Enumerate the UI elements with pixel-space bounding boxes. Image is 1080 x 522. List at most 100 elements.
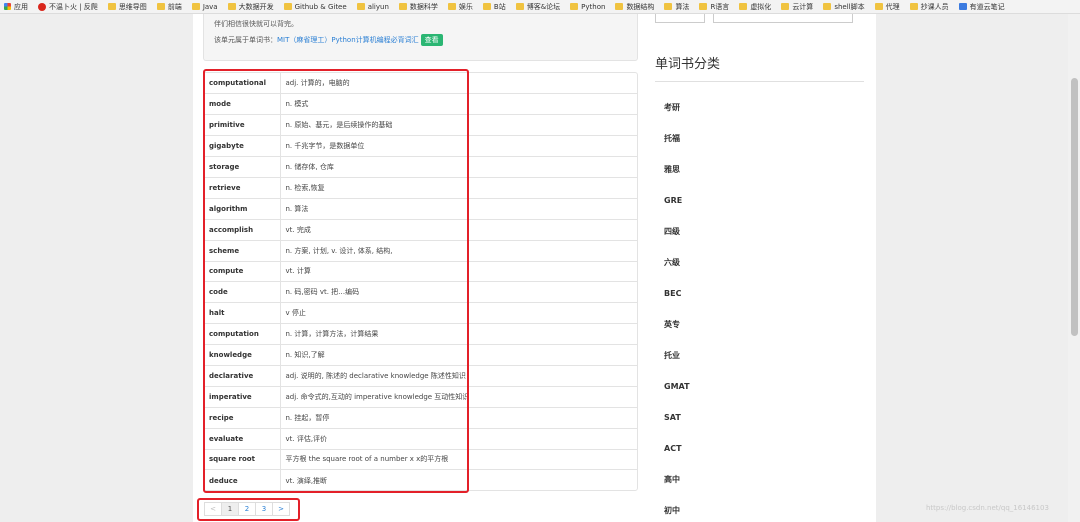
page-2-button[interactable]: 2 [238, 502, 256, 516]
category-item[interactable]: BEC [664, 278, 690, 309]
category-item[interactable]: SAT [664, 402, 690, 433]
folder-icon [398, 3, 407, 10]
next-page-button[interactable]: > [272, 502, 290, 516]
table-row: halt v 停止 [204, 302, 637, 325]
page-1-button[interactable]: 1 [221, 502, 239, 516]
book-prefix: 该单元属于单词书： [214, 36, 277, 44]
bookmark-item[interactable]: Python [570, 3, 605, 11]
bookmark-item[interactable]: aliyun [356, 3, 389, 11]
table-row: primitive n. 原始、基元，是后续操作的基础 [204, 114, 637, 137]
bookmark-item[interactable]: 有道云笔记 [958, 2, 1005, 12]
meaning-cell: n. 计算，计算方法，计算结果 [280, 323, 637, 346]
category-item[interactable]: 四级 [664, 216, 690, 247]
apps-icon [4, 3, 11, 10]
table-row: accomplish vt. 完成 [204, 219, 637, 241]
meaning-cell: n. 算法 [280, 198, 637, 220]
bookmark-item[interactable]: 大数据开发 [227, 2, 274, 12]
word-cell: halt [204, 302, 281, 325]
folder-icon [156, 3, 165, 10]
bookmark-item[interactable]: 不温卜火 | 反爬 [38, 2, 98, 12]
meaning-cell: n. 检索,恢复 [280, 177, 637, 199]
category-item[interactable]: GMAT [664, 371, 690, 402]
table-row: computational adj. 计算的，电脑的 [204, 73, 637, 95]
word-cell: primitive [204, 114, 281, 137]
category-item[interactable]: 高中 [664, 464, 690, 495]
folder-icon [699, 3, 708, 10]
bookmark-item[interactable]: 博客&论坛 [515, 2, 560, 12]
meaning-cell: n. 千兆字节，是数据单位 [280, 135, 637, 158]
bookmark-label: Python [581, 2, 606, 11]
category-item[interactable]: 英专 [664, 309, 690, 340]
bookmark-item[interactable]: 算法 [664, 2, 689, 12]
folder-icon [447, 3, 456, 10]
table-row: knowledge n. 知识,了解 [204, 344, 637, 366]
bookmark-item[interactable]: 娱乐 [447, 2, 473, 12]
meaning-cell: vt. 评估,评价 [280, 428, 637, 450]
folder-icon [664, 3, 673, 10]
table-row: retrieve n. 检索,恢复 [204, 177, 637, 199]
bookmark-label: Github & Gitee [294, 2, 347, 11]
book-link[interactable]: MIT（麻省理工）Python计算机编程必背词汇 [277, 36, 419, 44]
sidebar-search-select[interactable] [655, 14, 705, 23]
bookmark-item[interactable]: 应用 [4, 2, 28, 12]
word-cell: retrieve [204, 177, 281, 199]
bookmark-item[interactable]: Java [191, 3, 218, 11]
table-row: storage n. 储存体, 仓库 [204, 156, 637, 178]
bookmark-item[interactable]: 前端 [156, 2, 182, 12]
bookmark-label: 数据结构 [626, 2, 655, 11]
view-book-button[interactable]: 查看 [420, 34, 443, 46]
table-row: deduce vt. 演绎,推断 [204, 469, 637, 491]
meaning-cell: adj. 说明的, 陈述的 declarative knowledge 陈述性知… [280, 365, 637, 387]
word-cell: recipe [204, 407, 281, 429]
meaning-cell: 平方根 the square root of a number x x的平方根 [280, 449, 637, 471]
prev-page-button[interactable]: < [204, 502, 222, 516]
folder-icon [283, 3, 292, 10]
word-cell: accomplish [204, 219, 281, 241]
unit-book-line: 该单元属于单词书：MIT（麻省理工）Python计算机编程必背词汇 查看 [214, 34, 627, 46]
category-item[interactable]: 雅思 [664, 154, 690, 185]
bookmark-item[interactable]: 代理 [874, 2, 900, 12]
bookmark-label: 有道云笔记 [969, 2, 1005, 11]
bookmark-item[interactable]: 数据结构 [615, 2, 654, 12]
scrollbar-thumb[interactable] [1071, 78, 1078, 336]
bookmark-item[interactable]: 云计算 [781, 2, 813, 12]
bookmark-item[interactable]: Github & Gitee [283, 2, 347, 11]
category-item[interactable]: 托业 [664, 340, 690, 371]
bookmark-item[interactable]: shell脚本 [823, 2, 865, 12]
category-item[interactable]: 托福 [664, 123, 690, 154]
category-item[interactable]: 初中 [664, 495, 690, 522]
meaning-cell: vt. 完成 [280, 219, 637, 241]
bookmark-item[interactable]: B站 [482, 2, 506, 12]
word-cell: computation [204, 323, 281, 346]
folder-icon [482, 3, 491, 10]
category-item[interactable]: 六级 [664, 247, 690, 278]
folder-icon [356, 3, 365, 10]
table-row: recipe n. 挂起，暂停 [204, 407, 637, 429]
category-item[interactable]: GRE [664, 185, 690, 216]
bookmark-item[interactable]: 思维导图 [107, 2, 147, 12]
bookmark-item[interactable]: R语言 [699, 2, 729, 12]
bookmark-label: 数据科学 [409, 2, 438, 11]
unit-info-text: 伴们相信很快就可以背完。 [214, 20, 298, 28]
bookmark-item[interactable]: 虚拟化 [739, 2, 771, 12]
bookmark-label: 虚拟化 [750, 2, 772, 11]
bookmarks-bar: 应用 不温卜火 | 反爬 思维导图 前端 Java 大数据开发 Github & Gitee… [0, 0, 1080, 14]
youdao-icon [958, 3, 967, 10]
bookmark-item[interactable]: 抄课人员 [909, 2, 949, 12]
page-3-button[interactable]: 3 [255, 502, 273, 516]
word-cell: computational [204, 73, 281, 95]
bookmark-label: 大数据开发 [238, 2, 274, 11]
category-item[interactable]: ACT [664, 433, 690, 464]
sidebar-search-input[interactable] [713, 14, 853, 23]
meaning-cell: n. 挂起，暂停 [280, 407, 637, 429]
folder-icon [107, 3, 116, 10]
bookmark-label: 思维导图 [118, 2, 147, 11]
folder-icon [227, 3, 236, 10]
table-row: gigabyte n. 千兆字节，是数据单位 [204, 135, 637, 158]
category-divider [655, 81, 864, 82]
meaning-cell: adj. 命令式的,互动的 imperative knowledge 互动性知识 [280, 386, 637, 408]
category-item[interactable]: 考研 [664, 92, 690, 123]
table-row: computation n. 计算，计算方法，计算结果 [204, 323, 637, 346]
word-cell: gigabyte [204, 135, 281, 158]
bookmark-item[interactable]: 数据科学 [398, 2, 438, 12]
